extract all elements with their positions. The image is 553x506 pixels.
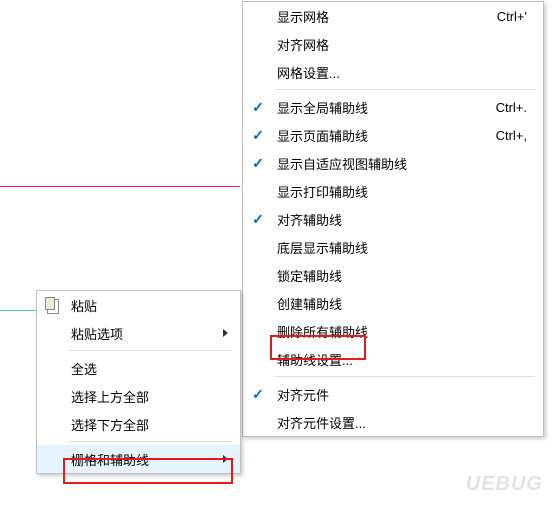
chevron-right-icon [223, 329, 228, 337]
menu-item-select-all[interactable]: 全选 [37, 354, 240, 382]
menu-item-snap-guides[interactable]: ✓ 对齐辅助线 [243, 205, 543, 233]
menu-item-paste[interactable]: 粘贴 [37, 291, 240, 319]
menu-label: 显示自适应视图辅助线 [273, 154, 527, 173]
paste-icon [45, 297, 59, 313]
menu-label: 对齐辅助线 [273, 210, 527, 229]
checkmark-icon: ✓ [252, 99, 264, 116]
menu-item-grid-and-guides[interactable]: 栅格和辅助线 [37, 445, 240, 473]
menu-label: 显示页面辅助线 [273, 126, 496, 145]
horizontal-guide-line [0, 186, 240, 187]
menu-separator [69, 441, 232, 442]
menu-label: 栅格和辅助线 [67, 450, 218, 469]
menu-label: 对齐元件 [273, 385, 527, 404]
arrow-column [218, 455, 232, 463]
chevron-right-icon [223, 455, 228, 463]
checkmark-icon: ✓ [252, 127, 264, 144]
check-column: ✓ [243, 211, 273, 228]
menu-item-bottom-guides[interactable]: 底层显示辅助线 [243, 233, 543, 261]
menu-shortcut: Ctrl+' [497, 9, 535, 24]
menu-item-select-below[interactable]: 选择下方全部 [37, 410, 240, 438]
menu-item-snap-widgets[interactable]: ✓ 对齐元件 [243, 380, 543, 408]
menu-shortcut: Ctrl+. [496, 100, 535, 115]
menu-label: 选择上方全部 [67, 387, 218, 406]
menu-item-show-print-guides[interactable]: 显示打印辅助线 [243, 177, 543, 205]
context-menu: 粘贴 粘贴选项 全选 选择上方全部 选择下方全部 栅格和辅助线 [36, 290, 241, 474]
menu-label: 对齐元件设置... [273, 413, 527, 432]
menu-item-grid-settings[interactable]: 网格设置... [243, 58, 543, 86]
menu-label: 锁定辅助线 [273, 266, 527, 285]
menu-label: 显示全局辅助线 [273, 98, 496, 117]
checkmark-icon: ✓ [252, 386, 264, 403]
watermark: UEBUG [466, 473, 543, 496]
menu-label: 显示打印辅助线 [273, 182, 527, 201]
menu-label: 粘贴 [67, 296, 218, 315]
menu-separator [275, 376, 535, 377]
menu-item-show-global-guides[interactable]: ✓ 显示全局辅助线 Ctrl+. [243, 93, 543, 121]
menu-item-lock-guides[interactable]: 锁定辅助线 [243, 261, 543, 289]
menu-item-snap-grid[interactable]: 对齐网格 [243, 30, 543, 58]
menu-item-show-adaptive-guides[interactable]: ✓ 显示自适应视图辅助线 [243, 149, 543, 177]
menu-item-delete-all-guides[interactable]: 删除所有辅助线 [243, 317, 543, 345]
menu-label: 全选 [67, 359, 218, 378]
menu-item-show-grid[interactable]: 显示网格 Ctrl+' [243, 2, 543, 30]
menu-shortcut: Ctrl+, [496, 128, 535, 143]
menu-label: 创建辅助线 [273, 294, 527, 313]
menu-item-create-guides[interactable]: 创建辅助线 [243, 289, 543, 317]
menu-item-paste-options[interactable]: 粘贴选项 [37, 319, 240, 347]
check-column: ✓ [243, 386, 273, 403]
menu-label: 显示网格 [273, 7, 497, 26]
menu-label: 粘贴选项 [67, 324, 218, 343]
checkmark-icon: ✓ [252, 211, 264, 228]
menu-label: 辅助线设置... [273, 350, 527, 369]
menu-label: 对齐网格 [273, 35, 527, 54]
menu-item-show-page-guides[interactable]: ✓ 显示页面辅助线 Ctrl+, [243, 121, 543, 149]
arrow-column [218, 329, 232, 337]
check-column: ✓ [243, 127, 273, 144]
menu-item-guide-settings[interactable]: 辅助线设置... [243, 345, 543, 373]
menu-label: 底层显示辅助线 [273, 238, 527, 257]
checkmark-icon: ✓ [252, 155, 264, 172]
check-column: ✓ [243, 155, 273, 172]
menu-label: 选择下方全部 [67, 415, 218, 434]
grid-guides-submenu: 显示网格 Ctrl+' 对齐网格 网格设置... ✓ 显示全局辅助线 Ctrl+… [242, 1, 544, 437]
icon-column [37, 297, 67, 313]
menu-label: 网格设置... [273, 63, 527, 82]
menu-separator [275, 89, 535, 90]
menu-item-select-above[interactable]: 选择上方全部 [37, 382, 240, 410]
menu-label: 删除所有辅助线 [273, 322, 527, 341]
menu-item-snap-widget-settings[interactable]: 对齐元件设置... [243, 408, 543, 436]
check-column: ✓ [243, 99, 273, 116]
cyan-guide-line [0, 310, 38, 311]
menu-separator [69, 350, 232, 351]
